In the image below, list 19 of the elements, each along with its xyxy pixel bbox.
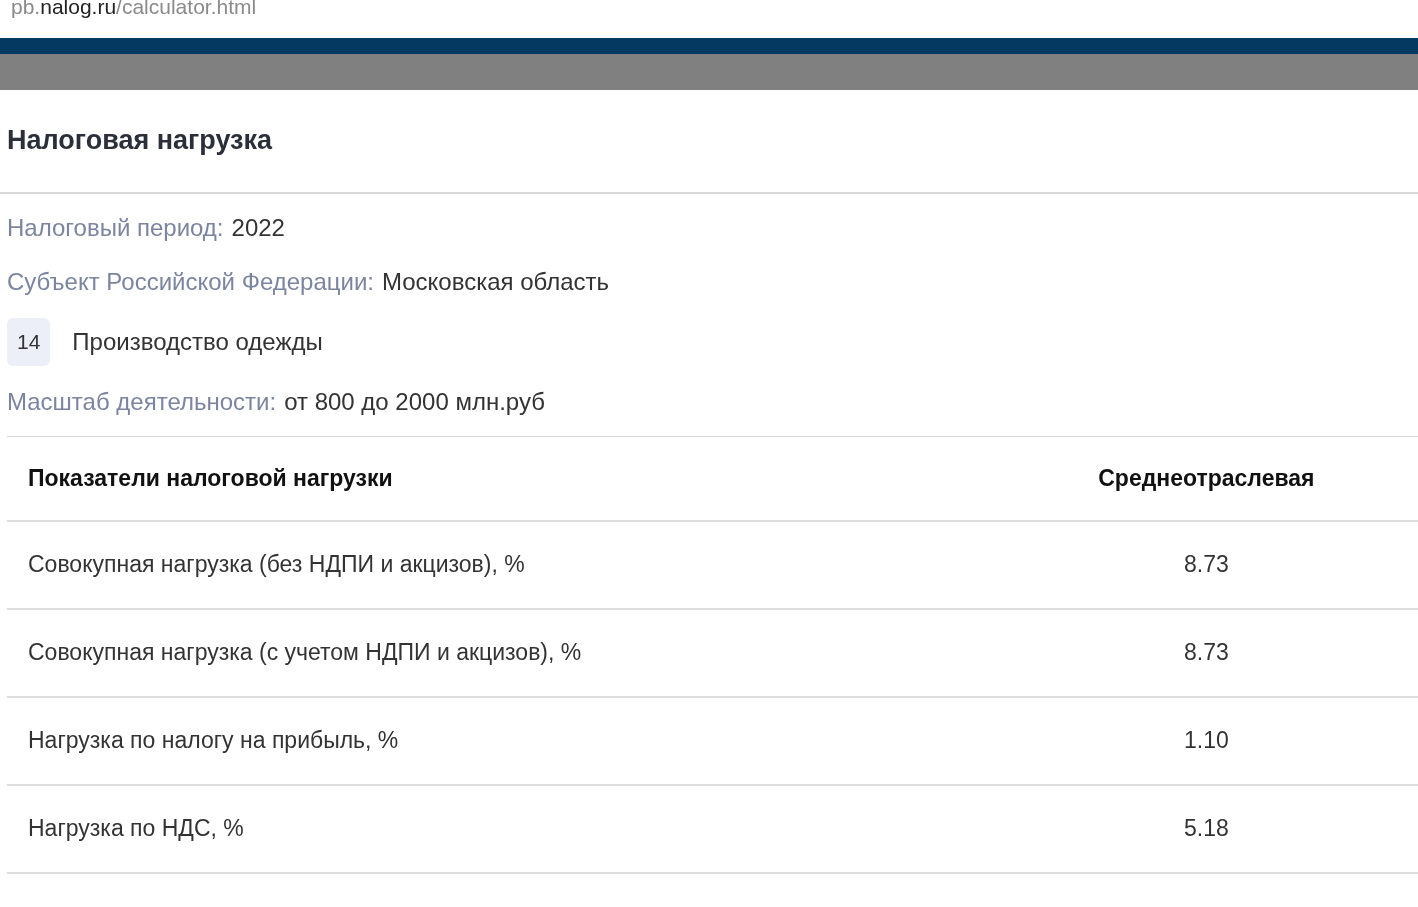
activity-scale-label: Масштаб деятельности: — [7, 386, 277, 417]
indicator-name: Нагрузка по НДС, % — [28, 815, 244, 842]
average-value: 8.73 — [1183, 639, 1229, 666]
column-header: Среднеотраслевая — [1098, 464, 1315, 491]
indicator-name: Совокупная нагрузка (без НДПИ и акцизов), % — [28, 551, 525, 578]
indicator-name: Нагрузка по налогу на прибыль, % — [28, 727, 399, 754]
activity-code: 14 — [7, 318, 51, 366]
region-value: Московская область — [382, 267, 610, 297]
average-value: 1.10 — [1183, 727, 1229, 754]
tax-period-label: Налоговый период: — [7, 213, 224, 243]
column-header: Показатели налоговой нагрузки — [28, 464, 393, 491]
average-value: 8.73 — [1183, 551, 1229, 578]
indicator-name: Совокупная нагрузка (с учетом НДПИ и акцизов), % — [28, 639, 582, 666]
average-value: 5.18 — [1183, 815, 1229, 842]
activity-name: Производство одежды — [72, 326, 323, 357]
region-label: Субъект Российской Федерации: — [7, 267, 374, 297]
activity-scale-value: от 800 до 2000 млн.руб — [284, 386, 545, 417]
tax-period-value: 2022 — [231, 213, 285, 243]
page-title: Налоговая нагрузка — [7, 125, 273, 155]
